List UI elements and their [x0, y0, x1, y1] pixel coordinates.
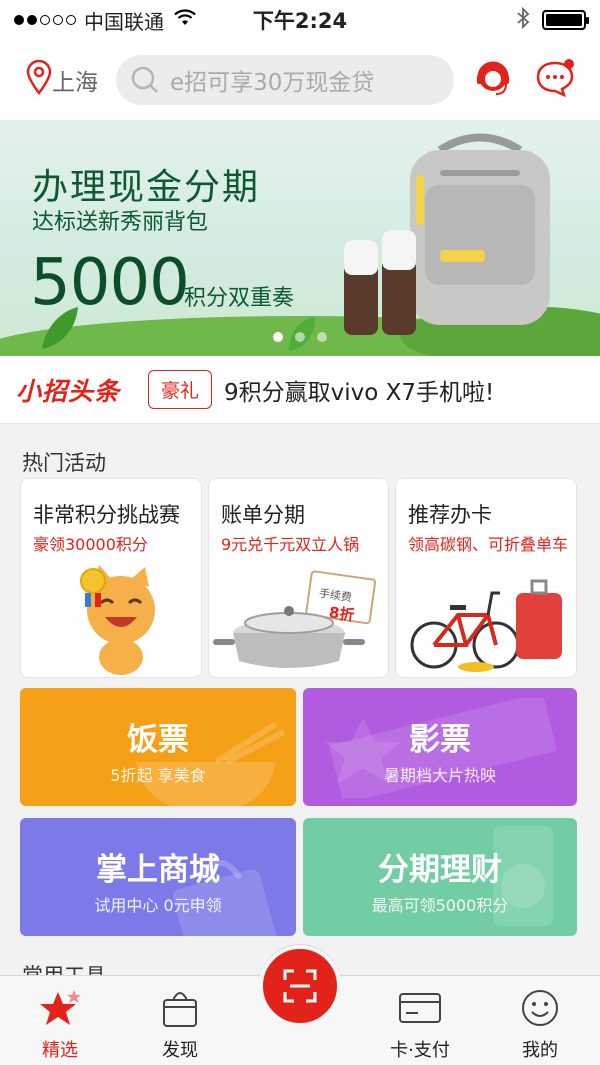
location-selector[interactable]: 上海	[26, 59, 98, 101]
tile-subtitle: 5折起 享美食	[110, 766, 206, 785]
bicycle-icon	[396, 565, 576, 677]
headline-text: 9积分赢取vivo X7手机啦!	[224, 379, 495, 406]
star-icon	[38, 988, 82, 1028]
tile-title: 掌上商城	[96, 852, 220, 888]
banner-suffix: 积分双重奏	[184, 286, 295, 311]
page-dot[interactable]	[295, 332, 305, 342]
page-dot[interactable]	[317, 332, 327, 342]
top-header: 上海 e招可享30万现金贷	[0, 40, 600, 120]
tile-installment-finance[interactable]: 分期理财 最高可领5000积分	[303, 818, 577, 936]
tab-label: 精选	[42, 1040, 78, 1061]
leaf-icon	[42, 307, 78, 349]
hot-card-points-challenge[interactable]: 非常积分挑战赛 豪领30000积分	[20, 478, 202, 678]
customer-service-button[interactable]	[470, 57, 516, 103]
location-label: 上海	[52, 70, 98, 96]
promo-banner[interactable]: 办理现金分期 达标送新秀丽背包 5000 积分双重奏	[0, 120, 600, 356]
banner-pagination[interactable]	[0, 332, 600, 342]
wifi-icon	[174, 8, 196, 32]
card-icon	[398, 988, 442, 1028]
tile-title: 影票	[409, 722, 471, 758]
bag-icon	[158, 988, 202, 1028]
location-pin-icon	[26, 59, 52, 101]
headline-ticker[interactable]: 小招头条 豪礼 9积分赢取vivo X7手机啦!	[0, 356, 600, 424]
fee-badge-line2: 8折	[327, 603, 356, 625]
hot-card-title: 账单分期	[221, 503, 305, 527]
tab-card-pay[interactable]: 卡·支付	[360, 976, 480, 1065]
section-title-hot: 热门活动	[22, 451, 106, 475]
message-bubble-icon	[534, 57, 576, 103]
tile-movie-ticket[interactable]: 影票 暑期档大片热映	[303, 688, 577, 806]
hot-card-recommend-card[interactable]: 推荐办卡 领高碳钢、可折叠单车	[395, 478, 577, 678]
tile-subtitle: 暑期档大片热映	[383, 766, 496, 785]
tile-title: 分期理财	[378, 852, 502, 888]
status-bar: 中国联通 下午2:24	[0, 0, 600, 40]
search-input[interactable]: e招可享30万现金贷	[116, 55, 454, 105]
headset-icon	[472, 57, 514, 103]
banner-subtitle: 达标送新秀丽背包	[32, 210, 209, 235]
tile-meal-ticket[interactable]: 饭票 5折起 享美食	[20, 688, 296, 806]
headline-brand-logo: 小招头条	[16, 376, 121, 406]
tab-discover[interactable]: 发现	[120, 976, 240, 1065]
tab-label: 发现	[162, 1040, 198, 1061]
tile-mobile-mall[interactable]: 掌上商城 试用中心 0元申领	[20, 818, 296, 936]
page-dot[interactable]	[273, 332, 283, 342]
tile-subtitle: 试用中心 0元申领	[94, 896, 222, 915]
signal-strength-icon	[14, 15, 76, 25]
cat-mascot-icon	[21, 565, 201, 677]
hot-card-bill-installment[interactable]: 账单分期 9元兑千元双立人锅 手续费 8折	[208, 478, 389, 678]
cups-image	[344, 230, 416, 335]
battery-icon	[542, 10, 589, 30]
carrier-name: 中国联通	[84, 9, 164, 34]
search-placeholder: e招可享30万现金贷	[170, 70, 375, 96]
banner-title: 办理现金分期	[32, 167, 261, 208]
tab-label: 我的	[522, 1040, 558, 1061]
tab-mine[interactable]: 我的	[480, 976, 600, 1065]
tab-featured[interactable]: 精选	[0, 976, 120, 1065]
pot-icon: 手续费 8折	[209, 565, 388, 677]
hot-card-subtitle: 领高碳钢、可折叠单车	[408, 535, 569, 554]
scan-button[interactable]	[259, 945, 341, 1027]
tile-title: 饭票	[127, 722, 189, 758]
hot-card-title: 推荐办卡	[408, 503, 492, 527]
headline-tag: 豪礼	[148, 370, 213, 409]
search-icon	[130, 65, 160, 95]
hot-card-title: 非常积分挑战赛	[33, 503, 180, 527]
bluetooth-icon	[516, 6, 530, 34]
hot-card-subtitle: 9元兑千元双立人锅	[221, 535, 360, 554]
tile-subtitle: 最高可领5000积分	[371, 896, 509, 915]
tab-label: 卡·支付	[390, 1040, 450, 1061]
messages-button[interactable]	[532, 57, 578, 103]
hot-card-subtitle: 豪领30000积分	[33, 535, 148, 554]
scan-icon	[282, 968, 318, 1004]
smile-icon	[518, 988, 562, 1028]
